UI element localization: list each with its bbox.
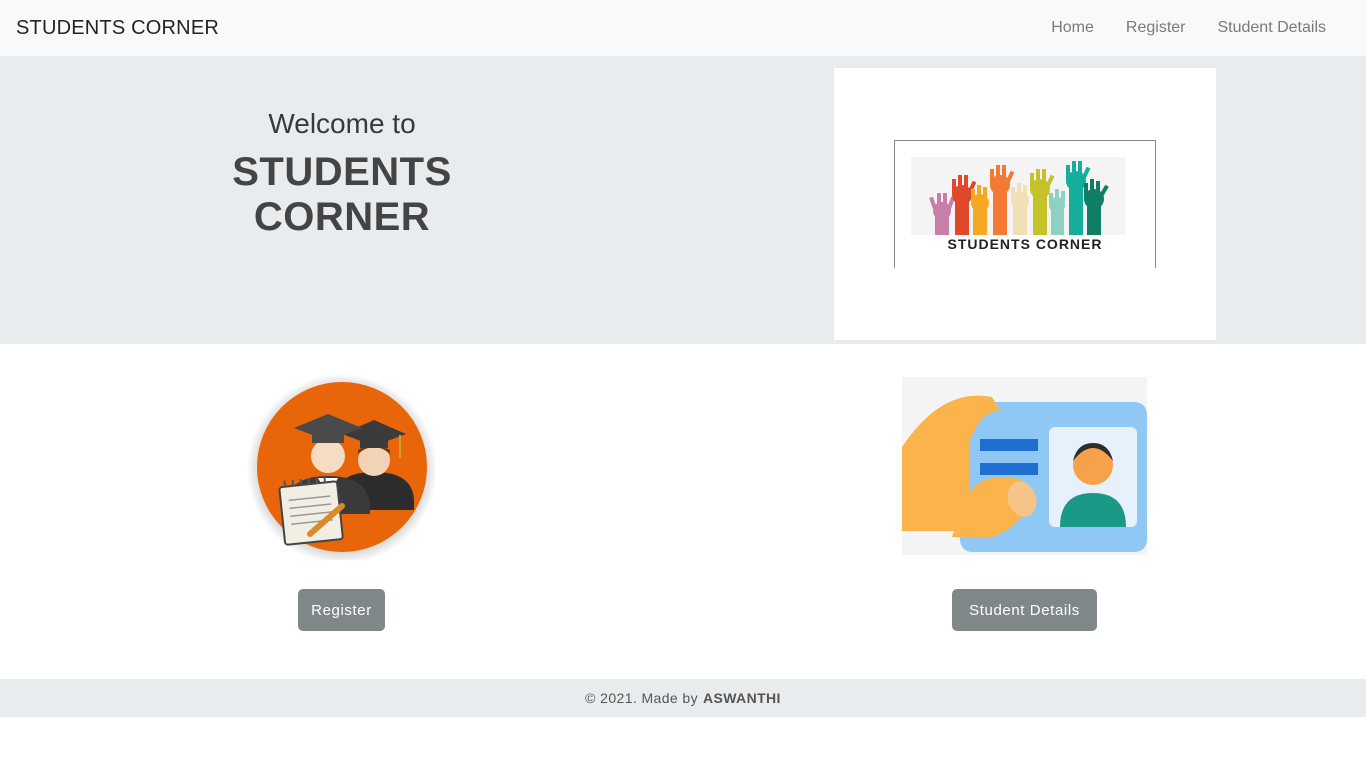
raised-hands-logo-icon (929, 161, 1109, 235)
welcome-text: Welcome to (268, 108, 416, 139)
nav-home-link[interactable]: Home (1051, 11, 1094, 45)
id-card-icon (902, 377, 1147, 555)
nav-student-details-link[interactable]: Student Details (1217, 11, 1326, 45)
logo-caption: STUDENTS CORNER (947, 236, 1103, 252)
footer: © 2021. Made by ASWANTHI (0, 679, 1366, 717)
students-corner-logo: STUDENTS CORNER (894, 140, 1156, 268)
nav-links: Home Register Student Details (1051, 11, 1326, 45)
logo-card: STUDENTS CORNER (834, 68, 1216, 340)
student-details-button[interactable]: Student Details (952, 589, 1097, 631)
footer-copyright: © 2021. Made by (585, 690, 698, 706)
navbar: STUDENTS CORNER Home Register Student De… (0, 0, 1366, 56)
navbar-brand[interactable]: STUDENTS CORNER (16, 17, 219, 40)
graduates-register-icon (247, 374, 437, 560)
register-button[interactable]: Register (298, 589, 385, 631)
hero-title: STUDENTS CORNER (232, 150, 452, 239)
footer-author: ASWANTHI (702, 690, 781, 706)
nav-register-link[interactable]: Register (1126, 11, 1186, 45)
